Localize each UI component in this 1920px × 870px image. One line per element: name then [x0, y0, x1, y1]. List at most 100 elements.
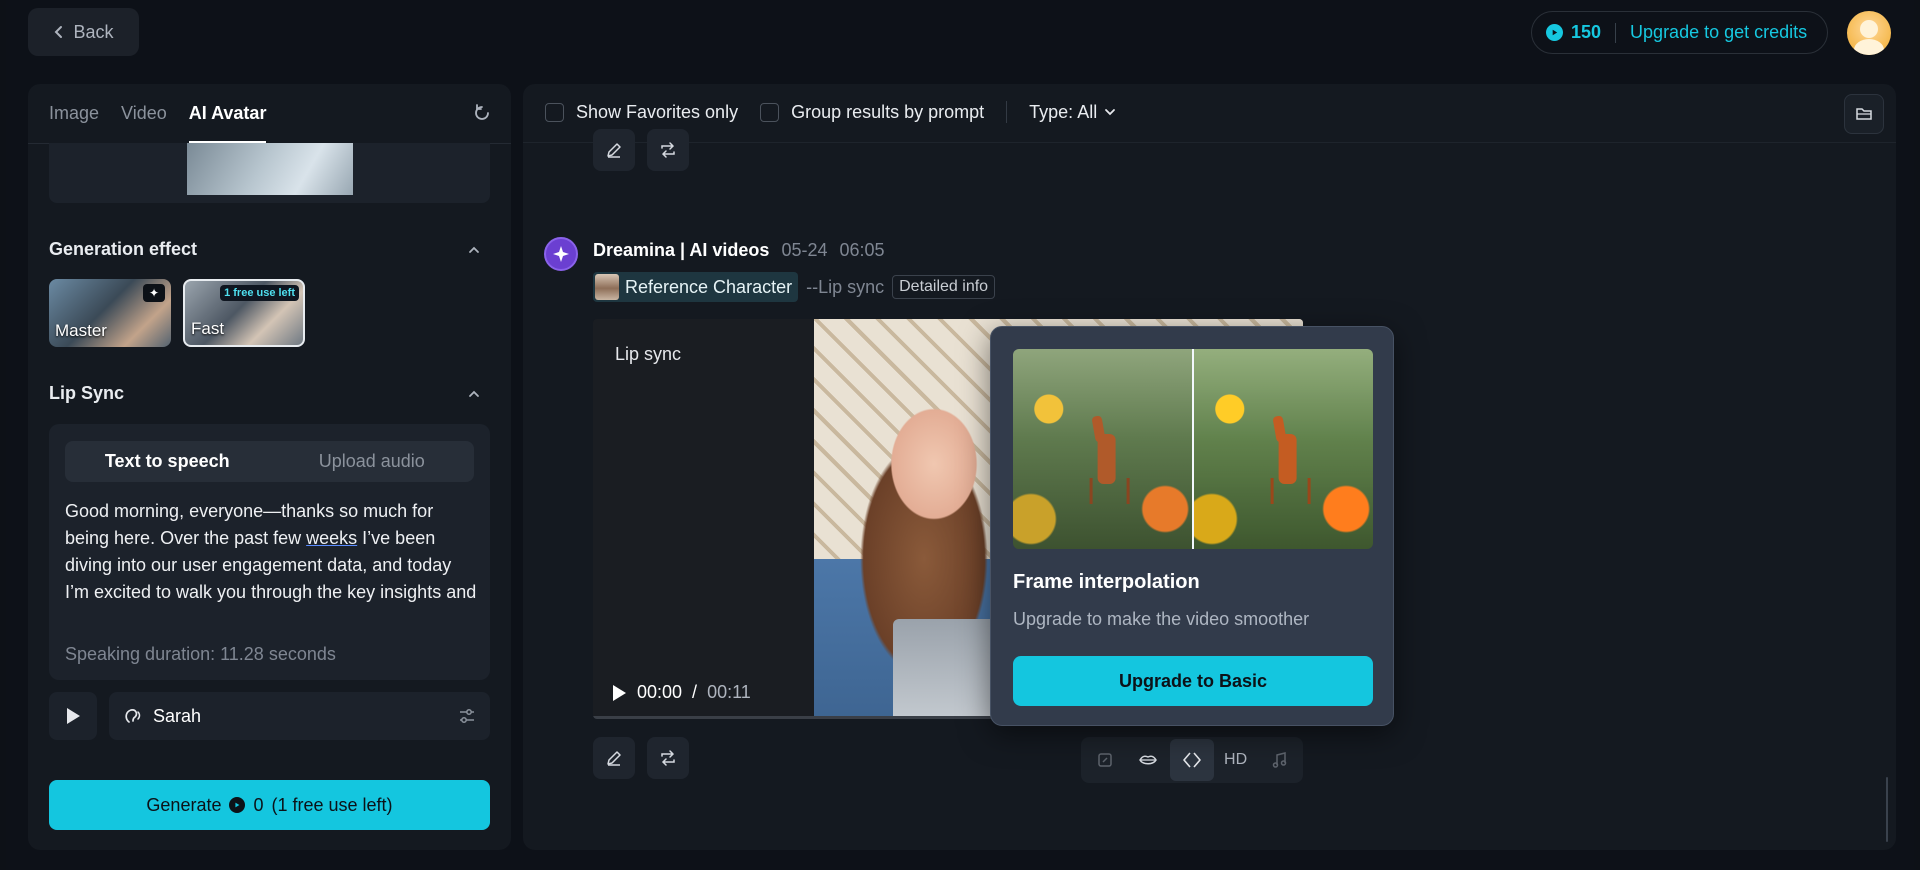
giraffe-figure [1089, 434, 1130, 504]
video-tools: HD [1081, 737, 1303, 783]
audio-tool-button[interactable] [1257, 739, 1301, 781]
voice-icon [125, 709, 141, 723]
checkbox-box [760, 102, 780, 122]
effect-option-master[interactable]: ✦ Master [49, 279, 171, 347]
folder-button[interactable] [1844, 94, 1884, 134]
regenerate-button[interactable] [647, 737, 689, 779]
refresh-icon[interactable] [471, 102, 493, 124]
folder-icon [1856, 108, 1872, 120]
speech-text-area[interactable]: Good morning, everyone—thanks so much fo… [65, 498, 477, 608]
generate-cost: 0 [253, 794, 264, 815]
generate-free-note: (1 free use left) [271, 794, 393, 815]
result-time: 06:05 [839, 240, 885, 260]
video-letterbox [593, 319, 814, 719]
upgrade-credits-link[interactable]: Upgrade to get credits [1630, 22, 1807, 43]
frame-interpolation-tool-button[interactable] [1170, 739, 1214, 781]
free-use-badge: 1 free use left [220, 285, 299, 301]
video-time-separator: / [692, 682, 698, 702]
result-prompt-line: Reference Character --Lip sync Detailed … [593, 272, 996, 302]
video-controls: 00:00 / 00:11 [611, 682, 751, 703]
popover-subtitle: Upgrade to make the video smoother [1013, 609, 1310, 629]
generate-label: Generate [146, 794, 222, 815]
credits-bar[interactable]: 150 Upgrade to get credits [1531, 11, 1828, 54]
result-date: 05-24 [781, 240, 828, 260]
show-favorites-checkbox[interactable]: Show Favorites only [545, 102, 738, 123]
reference-character-label: Reference Character [625, 276, 793, 297]
upgrade-to-basic-button[interactable]: Upgrade to Basic [1013, 656, 1373, 706]
preview-before [1013, 349, 1192, 549]
back-button[interactable]: Back [28, 8, 139, 56]
repeat-icon [661, 142, 675, 158]
detailed-info-button[interactable]: Detailed info [892, 275, 996, 299]
repeat-icon [661, 750, 675, 766]
chevron-up-icon[interactable] [467, 387, 481, 401]
checkbox-box [545, 102, 564, 122]
reference-image-thumbnail [187, 143, 353, 195]
scrollbar-thumb[interactable] [1886, 777, 1888, 842]
user-avatar[interactable] [1847, 11, 1891, 55]
effect-label-master: Master [55, 321, 107, 340]
result-header: Dreamina | AI videos 05-24 06:05 [593, 240, 885, 261]
left-panel: Image Video AI Avatar Generation effect … [28, 84, 511, 850]
dreamina-logo-icon [544, 237, 578, 271]
pencil-icon [607, 143, 621, 158]
effect-label-fast: Fast [191, 319, 225, 338]
generate-button[interactable]: Generate 0 (1 free use left) [49, 780, 490, 830]
tab-video[interactable]: Video [121, 84, 167, 143]
filter-divider [523, 142, 1896, 143]
play-icon[interactable] [611, 684, 627, 702]
chevron-left-icon [55, 26, 63, 38]
mode-tabs: Image Video AI Avatar [49, 84, 266, 143]
upscale-tool-button[interactable] [1083, 739, 1127, 781]
credits-separator [1615, 22, 1617, 43]
expand-frame-icon [1098, 753, 1112, 767]
voice-selector[interactable]: Sarah [109, 692, 490, 740]
filter-separator [1006, 101, 1008, 123]
speaking-duration: Speaking duration: 11.28 seconds [65, 644, 336, 664]
type-filter-label: Type: All [1029, 101, 1098, 122]
edit-button[interactable] [593, 129, 635, 171]
lip-sync-tag: --Lip sync [806, 276, 885, 297]
effect-option-fast[interactable]: 1 free use left Fast [183, 279, 305, 347]
result-author: Dreamina | AI videos [593, 240, 770, 260]
music-note-icon [1272, 752, 1287, 768]
regenerate-button[interactable] [647, 129, 689, 171]
preview-after [1192, 349, 1373, 549]
edit-button[interactable] [593, 737, 635, 779]
pencil-icon [607, 751, 621, 766]
reference-character-thumbnail [595, 274, 619, 300]
popover-title: Frame interpolation [1013, 571, 1200, 593]
group-by-prompt-label: Group results by prompt [791, 101, 985, 122]
sliders-icon[interactable] [458, 707, 476, 725]
lip-sync-mode-switch: Text to speech Upload audio [65, 441, 474, 482]
interpolation-icon [1183, 752, 1201, 768]
generation-effect-title: Generation effect [49, 239, 198, 259]
show-favorites-label: Show Favorites only [576, 101, 739, 122]
chevron-down-icon [1105, 109, 1116, 116]
filter-bar: Show Favorites only Group results by pro… [545, 84, 1139, 140]
lips-icon [1139, 755, 1158, 765]
speech-text-underlined-word: weeks [306, 528, 358, 548]
tab-upload-audio[interactable]: Upload audio [270, 441, 475, 482]
sparkle-icon: ✦ [143, 284, 165, 302]
giraffe-figure [1270, 434, 1311, 504]
video-total-time: 00:11 [707, 682, 751, 702]
type-filter-dropdown[interactable]: Type: All [1029, 102, 1117, 123]
tab-image[interactable]: Image [49, 84, 99, 143]
video-current-time: 00:00 [637, 682, 683, 702]
reference-image-slot[interactable] [49, 143, 490, 203]
back-label: Back [73, 21, 114, 42]
chevron-up-icon[interactable] [467, 243, 481, 257]
interpolation-preview-image [1013, 349, 1373, 549]
group-by-prompt-checkbox[interactable]: Group results by prompt [760, 102, 984, 123]
credit-coin-icon [229, 797, 246, 813]
credits-count: 150 [1571, 22, 1602, 42]
tab-ai-avatar[interactable]: AI Avatar [188, 84, 266, 143]
tab-text-to-speech[interactable]: Text to speech [65, 441, 270, 482]
hd-tool-button[interactable]: HD [1214, 739, 1258, 781]
reference-character-chip[interactable]: Reference Character [593, 272, 799, 302]
video-mode-label: Lip sync [615, 344, 682, 364]
lip-sync-box: Text to speech Upload audio Good morning… [49, 424, 490, 680]
lip-sync-tool-button[interactable] [1127, 739, 1171, 781]
preview-voice-button[interactable] [49, 692, 97, 740]
